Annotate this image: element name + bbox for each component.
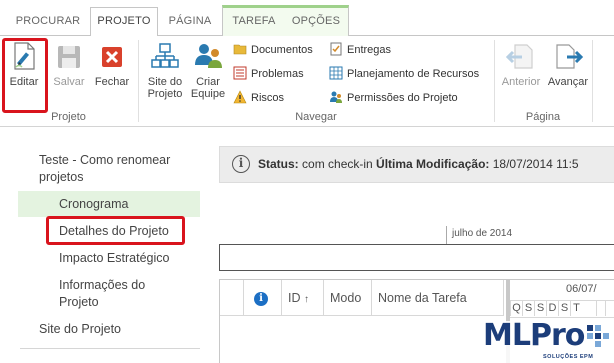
ribbon-tab-bar: PROCURAR PROJETO PÁGINA TAREFA OPÇÕES — [0, 0, 614, 37]
group-label-pagina: Página — [525, 111, 561, 123]
save-icon — [53, 40, 85, 72]
info-circle-icon: i — [254, 291, 268, 306]
criar-equipe-label-1: Criar — [196, 76, 220, 88]
fechar-button[interactable]: Fechar — [92, 40, 132, 88]
tab-pagina[interactable]: PÁGINA — [158, 8, 222, 36]
ribbon-separator — [592, 40, 593, 122]
info-icon: i — [232, 154, 250, 173]
site-do-projeto-button[interactable]: Site do Projeto — [143, 40, 187, 100]
logo-tagline: SOLUÇÕES EPM — [543, 354, 594, 360]
entregas-label: Entregas — [347, 44, 392, 56]
gantt-day: T — [570, 300, 582, 316]
logo-grid-icon — [587, 325, 609, 349]
status-label: Status: — [258, 157, 299, 171]
grid-row-select-header[interactable] — [220, 280, 244, 316]
permissoes-label: Permissões do Projeto — [347, 92, 458, 104]
gantt-day: S — [534, 300, 546, 316]
riscos-button[interactable]: Riscos — [233, 89, 284, 109]
avancar-label: Avançar — [547, 76, 589, 88]
grid-header-id-label: ID — [288, 291, 301, 305]
team-icon — [192, 40, 224, 72]
people-permissions-icon — [329, 90, 343, 104]
last-modified-label: Última Modificação: — [376, 157, 490, 171]
problemas-button[interactable]: Problemas — [233, 65, 304, 85]
close-icon — [96, 40, 128, 72]
gantt-day: S — [522, 300, 534, 316]
permissoes-button[interactable]: Permissões do Projeto — [329, 89, 458, 109]
salvar-label: Salvar — [53, 76, 85, 88]
nav-item-cronograma[interactable]: Cronograma — [59, 196, 128, 213]
timeline-month-label: julho de 2014 — [452, 228, 513, 239]
group-label-navegar: Navegar — [295, 111, 337, 123]
grid-header-nome-da-tarefa[interactable]: Nome da Tarefa — [372, 280, 504, 316]
planejamento-label: Planejamento de Recursos — [347, 68, 480, 80]
entregas-button[interactable]: Entregas — [329, 41, 391, 61]
site-hierarchy-icon — [149, 40, 181, 72]
grid-indicator-header[interactable]: i — [244, 280, 282, 316]
gantt-day — [596, 300, 606, 316]
ribbon-group-navegar: Site do Projeto Criar Equipe Documentos — [139, 36, 493, 127]
logo-wordmark: MLPro — [483, 318, 585, 353]
planejamento-button[interactable]: Planejamento de Recursos — [329, 65, 479, 85]
last-modified-value: 18/07/2014 11:5 — [492, 157, 579, 171]
nav-item-informacoes-line-2: Projeto — [59, 295, 99, 309]
gantt-day: D — [546, 300, 558, 316]
nav-project-title-line-1: Teste - Como renomear — [39, 153, 171, 167]
site-do-projeto-label-1: Site do — [147, 76, 183, 88]
sort-ascending-icon: ↑ — [303, 294, 309, 305]
issues-list-icon — [233, 66, 247, 80]
site-do-projeto-label-2: Projeto — [147, 88, 183, 100]
anterior-button[interactable]: Anterior — [497, 40, 545, 88]
status-bar: i Status: com check-in Última Modificação… — [219, 146, 614, 183]
tab-tarefa[interactable]: TAREFA — [224, 8, 284, 36]
detalhes-highlight-box — [46, 216, 185, 245]
folder-icon — [233, 42, 247, 56]
deliverables-icon — [329, 42, 343, 56]
tab-opcoes[interactable]: OPÇÕES — [284, 8, 348, 36]
gantt-day: S — [558, 300, 570, 316]
nav-divider — [20, 348, 200, 349]
anterior-label: Anterior — [501, 76, 541, 88]
nav-project-title[interactable]: Teste - Como renomear projetos — [39, 152, 170, 186]
gantt-week-label: 06/07/ — [566, 283, 597, 295]
criar-equipe-button[interactable]: Criar Equipe — [187, 40, 229, 100]
documentos-label: Documentos — [251, 44, 313, 56]
gantt-day: Q — [510, 300, 522, 316]
editar-highlight-box — [2, 38, 48, 113]
nav-item-informacoes-do-projeto[interactable]: Informações do Projeto — [59, 277, 145, 311]
nav-item-site-do-projeto[interactable]: Site do Projeto — [39, 321, 121, 338]
avancar-button[interactable]: Avançar — [545, 40, 591, 88]
timeline-tick — [446, 226, 447, 244]
warning-icon — [233, 90, 247, 104]
documentos-button[interactable]: Documentos — [233, 41, 313, 61]
arrow-right-icon — [552, 40, 584, 72]
timeline-bar[interactable] — [219, 244, 614, 271]
grid-header-id[interactable]: ID ↑ — [282, 280, 324, 316]
ribbon-group-pagina: Anterior Avançar Página — [495, 36, 591, 127]
nav-project-title-line-2: projetos — [39, 170, 84, 184]
mlpro-logo: MLPro SOLUÇÕES EPM — [481, 318, 614, 363]
fechar-label: Fechar — [94, 76, 130, 88]
riscos-label: Riscos — [251, 92, 285, 104]
salvar-button[interactable]: Salvar — [50, 40, 88, 88]
tab-projeto[interactable]: PROJETO — [90, 7, 158, 37]
grid-header-modo[interactable]: Modo — [324, 280, 372, 316]
criar-equipe-label-2: Equipe — [190, 88, 226, 100]
problemas-label: Problemas — [251, 68, 304, 80]
ribbon: Editar Salvar Fechar Projeto Site do Pro… — [0, 36, 614, 127]
arrow-left-icon — [505, 40, 537, 72]
nav-item-impacto-estrategico[interactable]: Impacto Estratégico — [59, 250, 169, 267]
status-text: com check-in — [302, 157, 373, 171]
tab-procurar[interactable]: PROCURAR — [6, 8, 90, 36]
nav-item-informacoes-line-1: Informações do — [59, 278, 146, 292]
resource-plan-icon — [329, 66, 343, 80]
